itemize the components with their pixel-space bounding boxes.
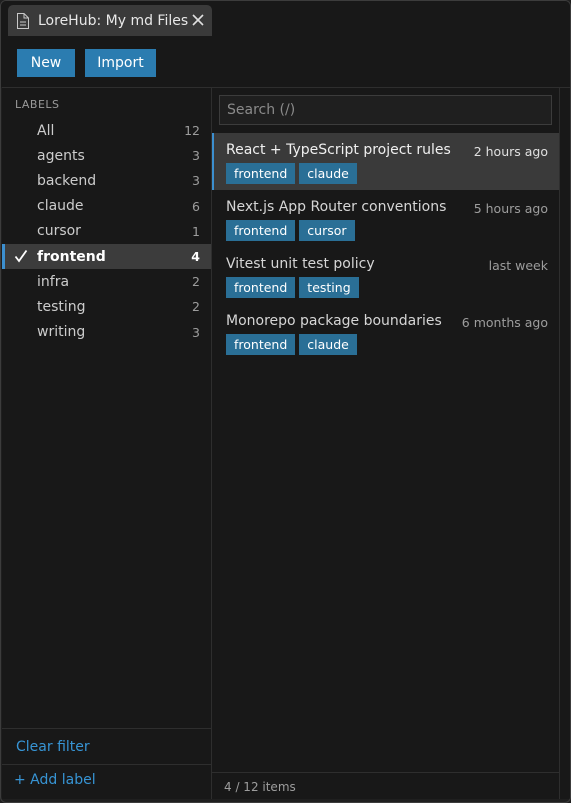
tag-list: frontend claude (226, 163, 361, 184)
label-name: infra (37, 273, 70, 290)
label-count: 1 (192, 223, 200, 239)
tab-title: LoreHub: My md Files (38, 12, 189, 29)
add-label-link[interactable]: + Add label (14, 772, 96, 788)
file-timestamp: 5 hours ago (473, 201, 548, 216)
label-item-claude[interactable]: claude 6 (2, 194, 211, 219)
label-count: 2 (192, 274, 200, 290)
file-title: Vitest unit test policy (226, 256, 375, 272)
list-item[interactable]: Vitest unit test policy last week fronte… (212, 247, 559, 304)
file-icon (17, 12, 29, 29)
tag-list: frontend testing (226, 277, 363, 298)
editor-tab[interactable]: LoreHub: My md Files (8, 5, 212, 36)
file-list-panel: React + TypeScript project rules 2 hours… (212, 87, 559, 799)
label-item-writing[interactable]: writing 3 (2, 320, 211, 345)
file-title: Monorepo package boundaries (226, 313, 442, 329)
tag-badge[interactable]: claude (299, 334, 357, 355)
label-count: 4 (191, 249, 200, 265)
clear-filter-section: Clear filter (2, 728, 211, 764)
labels-sidebar: LABELS All 12 agents 3 backend 3 claude … (2, 87, 212, 799)
import-button[interactable]: Import (85, 49, 156, 77)
label-name: backend (37, 172, 97, 189)
tag-badge[interactable]: testing (299, 277, 359, 298)
tag-badge[interactable]: frontend (226, 220, 296, 241)
label-item-testing[interactable]: testing 2 (2, 294, 211, 319)
toolbar: New Import (1, 37, 570, 87)
file-list: React + TypeScript project rules 2 hours… (212, 133, 559, 361)
list-item[interactable]: Next.js App Router conventions 5 hours a… (212, 190, 559, 247)
tag-list: frontend cursor (226, 220, 359, 241)
label-count: 6 (192, 198, 200, 214)
add-label-section: + Add label (2, 764, 211, 800)
tag-badge[interactable]: claude (299, 163, 357, 184)
clear-filter-link[interactable]: Clear filter (16, 739, 90, 755)
label-name: All (37, 122, 55, 139)
items-count: 4 / 12 items (224, 780, 296, 794)
tag-badge[interactable]: cursor (299, 220, 355, 241)
file-title: React + TypeScript project rules (226, 142, 451, 158)
close-icon[interactable] (190, 12, 206, 28)
tag-badge[interactable]: frontend (226, 163, 296, 184)
file-timestamp: 2 hours ago (473, 144, 548, 159)
label-name: cursor (37, 223, 81, 240)
app-window: LoreHub: My md Files New Import LABELS A… (0, 0, 571, 803)
label-count: 3 (192, 148, 200, 164)
file-timestamp: 6 months ago (461, 315, 548, 330)
label-name: testing (37, 298, 86, 315)
checkmark-icon (14, 249, 28, 263)
list-item[interactable]: Monorepo package boundaries 6 months ago… (212, 304, 559, 361)
list-item[interactable]: React + TypeScript project rules 2 hours… (212, 133, 559, 190)
right-gutter (559, 87, 570, 799)
label-item-all[interactable]: All 12 (2, 118, 211, 143)
status-footer: 4 / 12 items (212, 772, 559, 800)
file-timestamp: last week (488, 258, 548, 273)
label-count: 12 (184, 123, 200, 139)
search-input[interactable] (219, 95, 552, 125)
tab-bar: LoreHub: My md Files (1, 1, 570, 37)
label-item-frontend[interactable]: frontend 4 (2, 243, 211, 270)
tag-badge[interactable]: frontend (226, 277, 296, 298)
label-item-infra[interactable]: infra 2 (2, 269, 211, 294)
label-name: agents (37, 147, 85, 164)
new-button[interactable]: New (17, 49, 75, 77)
label-name: claude (37, 198, 84, 215)
label-name: writing (37, 324, 86, 341)
label-item-agents[interactable]: agents 3 (2, 143, 211, 168)
label-item-cursor[interactable]: cursor 1 (2, 219, 211, 244)
label-count: 2 (192, 299, 200, 315)
label-count: 3 (192, 173, 200, 189)
labels-heading: LABELS (15, 98, 60, 111)
label-name: frontend (37, 248, 106, 265)
label-item-backend[interactable]: backend 3 (2, 168, 211, 193)
file-title: Next.js App Router conventions (226, 199, 447, 215)
tag-badge[interactable]: frontend (226, 334, 296, 355)
label-list: All 12 agents 3 backend 3 claude 6 curso… (2, 118, 211, 345)
tag-list: frontend claude (226, 334, 361, 355)
label-count: 3 (192, 324, 200, 340)
